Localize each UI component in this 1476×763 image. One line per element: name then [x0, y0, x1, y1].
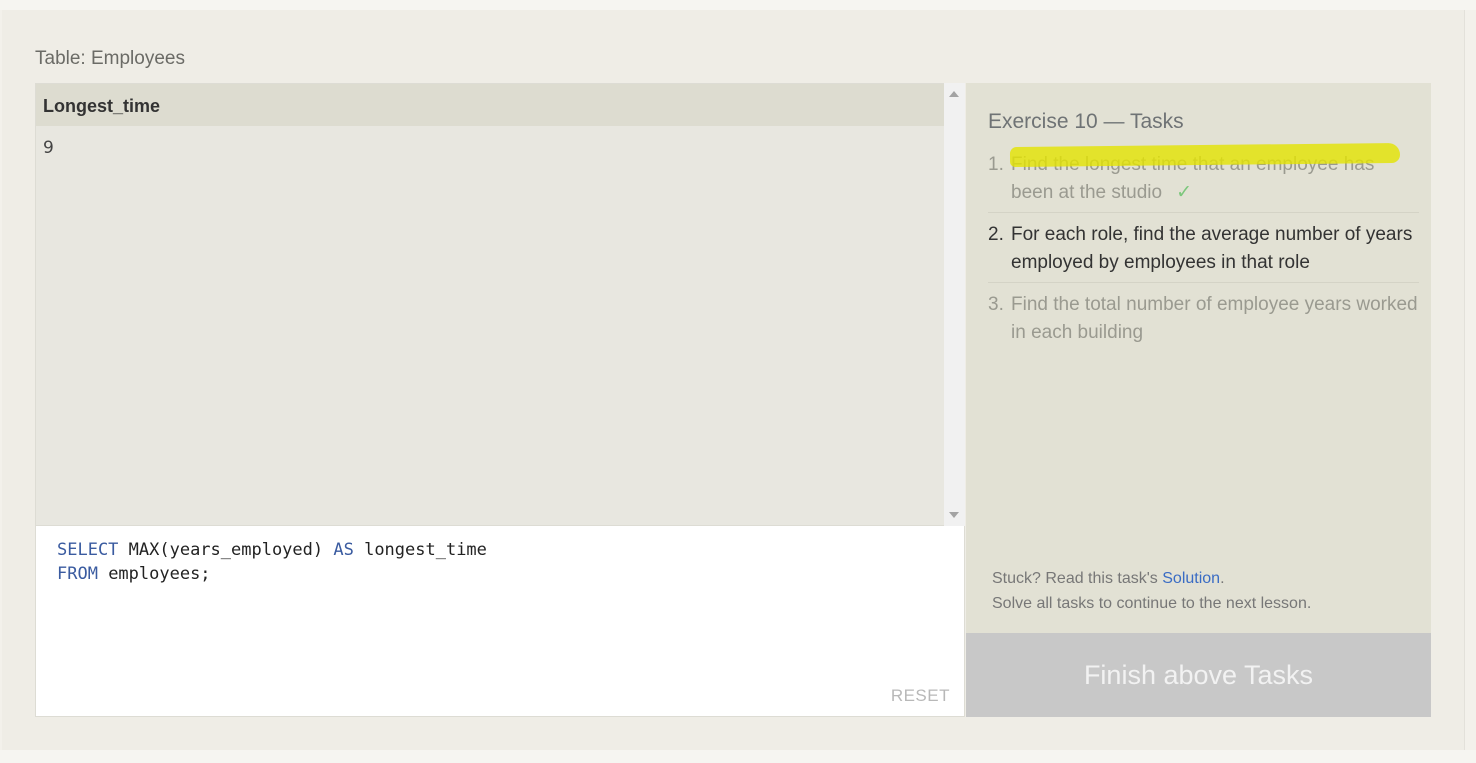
sql-code[interactable]: SELECT MAX(years_employed) AS longest_ti… [57, 538, 487, 586]
task-number: 3. [988, 294, 1004, 315]
sql-keyword: AS [333, 540, 354, 560]
scroll-down-arrow-icon[interactable] [949, 512, 959, 518]
task-item-2: 2. For each role, find the average numbe… [988, 221, 1419, 283]
results-scrollbar[interactable] [944, 83, 965, 526]
sql-editor[interactable]: SELECT MAX(years_employed) AS longest_ti… [35, 526, 965, 717]
results-column-header: Longest_time [36, 84, 945, 126]
solution-link[interactable]: Solution [1162, 570, 1220, 587]
hint-text: Stuck? Read this task's Solution. Solve … [992, 566, 1311, 616]
results-cell: 9 [43, 138, 54, 158]
top-strip [0, 0, 1476, 10]
bottom-strip [0, 750, 1476, 763]
task-number: 2. [988, 224, 1004, 245]
continue-text: Solve all tasks to continue to the next … [992, 595, 1312, 612]
sql-keyword: SELECT [57, 540, 119, 560]
finish-tasks-button[interactable]: Finish above Tasks [966, 633, 1431, 717]
hint-prefix: Stuck? Read this task's [992, 570, 1163, 587]
results-table: Longest_time 9 [35, 83, 945, 526]
task-number: 1. [988, 154, 1004, 175]
sql-text: MAX(years_employed) [118, 540, 334, 560]
check-icon: ✓ [1176, 182, 1192, 203]
hint-suffix: . [1220, 570, 1225, 587]
task-item-3: 3. Find the total number of employee yea… [988, 291, 1419, 347]
scroll-up-arrow-icon[interactable] [949, 91, 959, 97]
reset-button[interactable]: RESET [891, 686, 950, 706]
task-list: 1. Find the longest time that an employe… [988, 142, 1419, 347]
task-item-1: 1. Find the longest time that an employe… [988, 142, 1419, 213]
task-text: For each role, find the average number o… [1011, 224, 1413, 273]
tasks-panel: Exercise 10 — Tasks 1. Find the longest … [966, 83, 1431, 633]
table-label: Table: Employees [35, 48, 185, 69]
yellow-highlight-mark [1009, 142, 1401, 168]
tasks-title: Exercise 10 — Tasks [988, 110, 1184, 133]
sql-keyword: FROM [57, 564, 98, 584]
sql-text: longest_time [353, 540, 487, 560]
sql-text: employees; [97, 564, 211, 584]
task-text: Find the total number of employee years … [1011, 294, 1418, 343]
